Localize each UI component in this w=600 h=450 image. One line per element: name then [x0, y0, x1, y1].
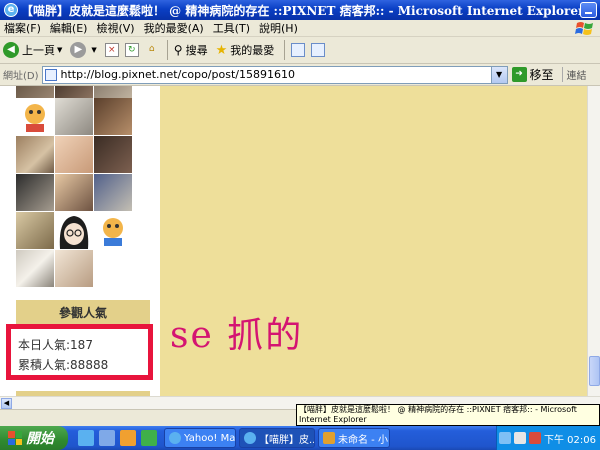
toolbar: ◀ 上一頁 ▼ ▶ ▼ × ↻ ⌂ ⚲ 搜尋 ★ 我的最愛	[0, 37, 600, 64]
menu-view[interactable]: 檢視(V)	[96, 20, 134, 36]
anime-girl-thumbnail[interactable]	[55, 212, 93, 249]
avatar-thumbnail[interactable]	[55, 174, 93, 211]
address-url[interactable]: http://blog.pixnet.net/copo/post/1589161…	[61, 68, 295, 81]
address-input[interactable]: http://blog.pixnet.net/copo/post/1589161…	[41, 65, 508, 84]
taskbar-item-blog[interactable]: 【喵胖】皮...	[239, 428, 315, 448]
search-icon: ⚲	[173, 43, 183, 57]
quicklaunch-ie-icon[interactable]	[78, 430, 94, 446]
taskbar-item-label: 【喵胖】皮...	[259, 434, 315, 446]
menu-edit[interactable]: 編輯(E)	[50, 20, 88, 36]
scrollbar-thumb[interactable]	[589, 356, 600, 386]
address-bar: 網址(D) http://blog.pixnet.net/copo/post/1…	[0, 64, 600, 86]
links-button[interactable]: 連結	[561, 67, 587, 82]
menu-favorites[interactable]: 我的最愛(A)	[144, 20, 204, 36]
search-button[interactable]: ⚲ 搜尋	[174, 42, 208, 58]
menu-help[interactable]: 說明(H)	[259, 20, 298, 36]
windows-flag-icon	[8, 431, 22, 445]
hits-section-header: 參觀人氣	[16, 300, 150, 326]
star-icon: ★	[215, 42, 228, 58]
start-label: 開始	[26, 431, 54, 447]
clock[interactable]: 下午 02:06	[544, 431, 596, 446]
avatar-thumbnail[interactable]	[16, 86, 54, 98]
back-button-label: 上一頁	[22, 44, 55, 57]
ie-task-icon	[244, 432, 256, 444]
internet-explorer-icon: e	[4, 3, 18, 17]
window-title: 【喵胖】皮就是這麼鬆啦！ @ 精神病院的存在 ::PIXNET 痞客邦:: - …	[21, 3, 580, 18]
menu-file[interactable]: 檔案(F)	[4, 20, 41, 36]
network-icon[interactable]	[499, 432, 511, 444]
system-tray: 下午 02:06	[496, 426, 600, 450]
windows-logo-icon	[575, 22, 593, 35]
avatar-thumbnail[interactable]	[94, 174, 132, 211]
taskbar: 開始 Yahoo! Mail ... 【喵胖】皮... 未命名 - 小... 下…	[0, 426, 600, 450]
back-arrow-icon: ◀	[3, 42, 19, 58]
home-icon[interactable]: ⌂	[145, 43, 159, 57]
mail-icon[interactable]	[311, 43, 326, 57]
taskbar-item-yahoo-mail[interactable]: Yahoo! Mail ...	[164, 428, 236, 448]
favorites-button-label: 我的最愛	[230, 44, 275, 57]
address-label: 網址(D)	[3, 71, 39, 82]
cartoon-avatar-thumbnail[interactable]	[94, 212, 132, 249]
avatar-thumbnail-grid	[16, 86, 132, 287]
back-dropdown-icon[interactable]: ▼	[57, 46, 62, 54]
cartoon-avatar-thumbnail[interactable]	[16, 98, 54, 135]
avatar-thumbnail[interactable]	[94, 86, 132, 98]
back-button[interactable]: ◀ 上一頁 ▼	[3, 42, 62, 58]
scroll-left-arrow-icon[interactable]: ◀	[1, 398, 12, 409]
refresh-icon[interactable]: ↻	[124, 43, 139, 57]
history-icon[interactable]	[291, 43, 306, 57]
avatar-thumbnail[interactable]	[16, 174, 54, 211]
taskbar-item-label: Yahoo! Mail ...	[184, 432, 236, 444]
cat-photo-thumbnail[interactable]	[16, 136, 54, 173]
page-icon	[44, 68, 57, 81]
minimize-button[interactable]	[580, 2, 597, 18]
address-dropdown-icon[interactable]: ▼	[490, 66, 507, 83]
avatar-thumbnail[interactable]	[55, 86, 93, 98]
stop-icon[interactable]: ×	[104, 43, 119, 57]
menu-tools[interactable]: 工具(T)	[213, 20, 250, 36]
avatar-thumbnail[interactable]	[55, 250, 93, 287]
page-content: 參觀人氣 本日人氣:187 累積人氣:88888 se 抓的	[0, 86, 587, 396]
vertical-scrollbar[interactable]	[587, 86, 600, 396]
quicklaunch-media-icon[interactable]	[120, 430, 136, 446]
window-title-tooltip: 【喵胖】皮就是這麼鬆啦！ @ 精神病院的存在 ::PIXNET 痞客邦:: - …	[296, 404, 600, 426]
menu-bar: 檔案(F) 編輯(E) 檢視(V) 我的最愛(A) 工具(T) 說明(H)	[0, 20, 600, 37]
search-button-label: 搜尋	[185, 44, 208, 57]
highlight-box	[6, 324, 153, 380]
go-arrow-icon: ➜	[511, 67, 527, 82]
favorites-button[interactable]: ★ 我的最愛	[216, 42, 275, 58]
handwritten-annotation: se 抓的	[170, 315, 304, 356]
start-button[interactable]: 開始	[0, 426, 68, 450]
avatar-thumbnail[interactable]	[55, 98, 93, 135]
baby-photo-thumbnail[interactable]	[55, 136, 93, 173]
toolbar-separator	[284, 40, 286, 60]
window-title-bar[interactable]: e 【喵胖】皮就是這麼鬆啦！ @ 精神病院的存在 ::PIXNET 痞客邦:: …	[0, 0, 600, 20]
forward-arrow-icon: ▶	[70, 42, 87, 58]
taskbar-item-notepad[interactable]: 未命名 - 小...	[318, 428, 390, 448]
go-button-label: 移至	[529, 68, 554, 82]
taskbar-item-label: 未命名 - 小...	[338, 434, 390, 446]
security-icon[interactable]	[529, 432, 541, 444]
quicklaunch-desktop-icon[interactable]	[99, 430, 115, 446]
quicklaunch-messenger-icon[interactable]	[141, 430, 157, 446]
go-button[interactable]: ➜ 移至	[511, 66, 554, 83]
avatar-thumbnail[interactable]	[94, 98, 132, 135]
forward-button[interactable]: ▶ ▼	[70, 42, 97, 58]
paint-task-icon	[323, 432, 335, 444]
toolbar-separator	[166, 40, 168, 60]
cat-photo-thumbnail[interactable]	[16, 250, 54, 287]
avatar-thumbnail[interactable]	[94, 136, 132, 173]
ie-task-icon	[169, 432, 181, 444]
volume-icon[interactable]	[514, 432, 526, 444]
forward-dropdown-icon[interactable]: ▼	[91, 46, 96, 54]
avatar-thumbnail[interactable]	[16, 212, 54, 249]
